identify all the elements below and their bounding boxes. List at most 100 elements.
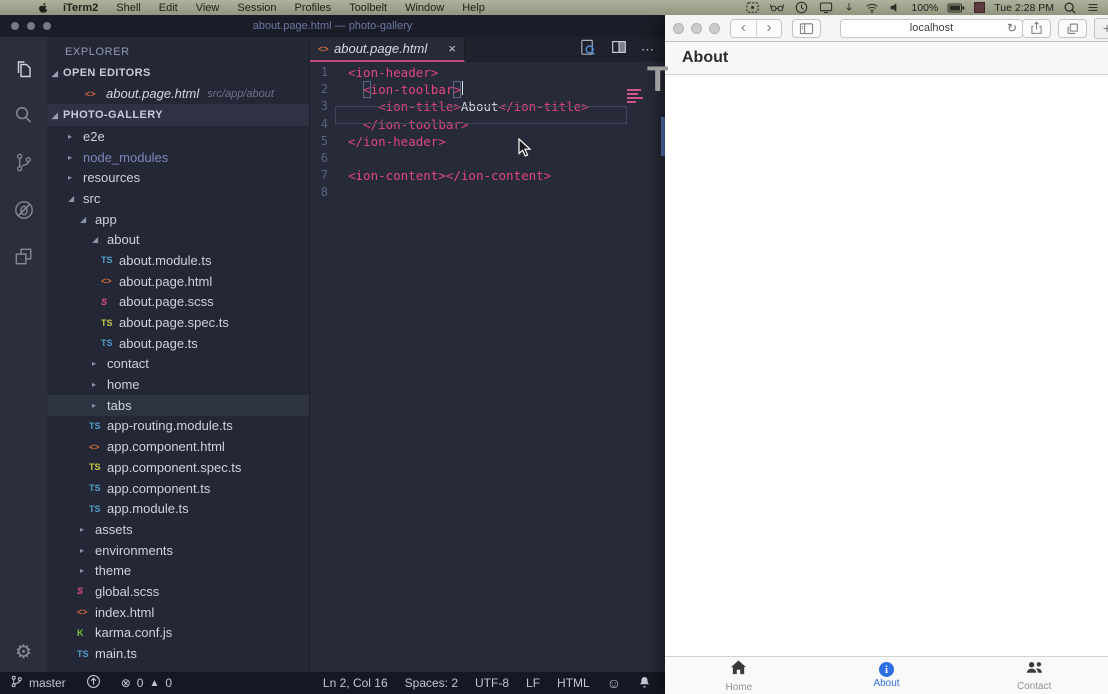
code-editor[interactable]: 1<ion-header>2 <ion-toolbar>3 <ion-title… xyxy=(310,62,665,672)
code-line-3[interactable]: 3 <ion-title>About</ion-title> xyxy=(310,98,665,115)
menu-window[interactable]: Window xyxy=(405,2,444,14)
project-root-header[interactable]: ◢ PHOTO-GALLERY xyxy=(47,104,309,126)
tab-close-icon[interactable]: × xyxy=(448,42,456,55)
split-editor-icon[interactable] xyxy=(610,38,628,61)
forward-button[interactable]: › xyxy=(756,20,781,37)
code-line-8[interactable]: 8 xyxy=(310,184,665,201)
status-eol[interactable]: LF xyxy=(526,676,540,690)
notifications-bell-icon[interactable] xyxy=(638,675,651,692)
time-machine-icon[interactable] xyxy=(794,0,809,15)
errors-count[interactable]: 0 xyxy=(137,676,144,690)
activity-search-icon[interactable] xyxy=(0,92,47,139)
folder-assets[interactable]: ▸assets xyxy=(47,519,309,540)
code-line-4[interactable]: 4 </ion-toolbar> xyxy=(310,116,665,133)
warnings-icon[interactable]: ▲ xyxy=(149,678,159,689)
folder-home[interactable]: ▸home xyxy=(47,374,309,395)
new-tab-button[interactable]: + xyxy=(1094,18,1108,39)
folder-environments[interactable]: ▸environments xyxy=(47,540,309,561)
file-main-ts[interactable]: TSmain.ts xyxy=(47,643,309,664)
editor-group: <> about.page.html × ⋯ 1<ion-header>2 <i… xyxy=(310,37,665,672)
menu-profiles[interactable]: Profiles xyxy=(295,2,332,14)
status-indentation[interactable]: Spaces: 2 xyxy=(405,676,458,690)
file-about-page-html[interactable]: <>about.page.html xyxy=(47,271,309,292)
folder-e2e[interactable]: ▸e2e xyxy=(47,126,309,147)
folder-tabs[interactable]: ▸tabs xyxy=(47,395,309,416)
folder-src[interactable]: ◢src xyxy=(47,188,309,209)
file-app-component-spec-ts[interactable]: TSapp.component.spec.ts xyxy=(47,457,309,478)
apple-menu-icon[interactable] xyxy=(38,1,49,14)
reload-icon[interactable]: ↻ xyxy=(1007,22,1017,34)
notification-center-icon[interactable] xyxy=(1086,1,1100,14)
menu-session[interactable]: Session xyxy=(237,2,276,14)
screen-record-icon[interactable] xyxy=(745,0,760,15)
feedback-smiley-icon[interactable]: ☺ xyxy=(607,675,621,691)
status-cursor-position[interactable]: Ln 2, Col 16 xyxy=(323,676,388,690)
tab-about[interactable]: iAbout xyxy=(813,657,961,694)
file-app-component-ts[interactable]: TSapp.component.ts xyxy=(47,478,309,499)
activity-extensions-icon[interactable] xyxy=(0,233,47,280)
folder-contact[interactable]: ▸contact xyxy=(47,354,309,375)
volume-icon[interactable] xyxy=(889,1,902,14)
open-preview-search-icon[interactable] xyxy=(578,38,597,62)
vscode-traffic-lights[interactable] xyxy=(11,22,51,30)
menu-shell[interactable]: Shell xyxy=(116,2,140,14)
errors-icon[interactable]: ⊗ xyxy=(121,676,131,690)
spotlight-icon[interactable] xyxy=(1063,1,1077,15)
tab-overview-button[interactable] xyxy=(1058,19,1087,38)
file-app-module-ts[interactable]: TSapp.module.ts xyxy=(47,498,309,519)
file-index-html[interactable]: <>index.html xyxy=(47,602,309,623)
folder-theme[interactable]: ▸theme xyxy=(47,560,309,581)
menu-view[interactable]: View xyxy=(196,2,220,14)
file-about-page-scss[interactable]: Sabout.page.scss xyxy=(47,292,309,313)
file-about-page-ts[interactable]: TSabout.page.ts xyxy=(47,333,309,354)
activity-source-control-icon[interactable] xyxy=(0,139,47,186)
minimap[interactable] xyxy=(627,89,649,105)
code-line-7[interactable]: 7<ion-content></ion-content> xyxy=(310,167,665,184)
menu-iterm2[interactable]: iTerm2 xyxy=(63,2,98,14)
folder-resources[interactable]: ▸resources xyxy=(47,167,309,188)
sidebar-toggle-button[interactable] xyxy=(792,19,821,38)
more-actions-icon[interactable]: ⋯ xyxy=(641,42,655,58)
download-arrow-icon[interactable] xyxy=(843,0,855,15)
code-line-2[interactable]: 2 <ion-toolbar> xyxy=(310,81,665,98)
file-about-module-ts[interactable]: TSabout.module.ts xyxy=(47,250,309,271)
menu-edit[interactable]: Edit xyxy=(159,2,178,14)
menu-bar-app-icon[interactable] xyxy=(974,2,985,13)
folder-node-modules[interactable]: ▸node_modules xyxy=(47,147,309,168)
warnings-count[interactable]: 0 xyxy=(165,676,172,690)
folder-about[interactable]: ◢about xyxy=(47,229,309,250)
back-button[interactable]: ‹ xyxy=(731,20,756,37)
status-language-mode[interactable]: HTML xyxy=(557,676,590,690)
share-button[interactable] xyxy=(1022,19,1051,38)
menu-help[interactable]: Help xyxy=(462,2,485,14)
folder-app[interactable]: ◢app xyxy=(47,209,309,230)
menu-bar-clock[interactable]: Tue 2:28 PM xyxy=(994,2,1054,14)
open-editor-item[interactable]: <> about.page.html src/app/about xyxy=(47,83,309,104)
file-about-page-spec-ts[interactable]: TSabout.page.spec.ts xyxy=(47,312,309,333)
file-app-routing-module-ts[interactable]: TSapp-routing.module.ts xyxy=(47,416,309,437)
settings-gear-icon[interactable]: ⚙ xyxy=(15,643,32,662)
battery-icon[interactable] xyxy=(947,2,965,14)
battery-percentage[interactable]: 100% xyxy=(911,2,938,14)
wifi-icon[interactable] xyxy=(864,1,880,15)
activity-files-icon[interactable] xyxy=(0,45,47,92)
glasses-icon[interactable] xyxy=(769,0,785,15)
publish-sync-icon[interactable] xyxy=(86,674,101,692)
open-editors-header[interactable]: ◢ OPEN EDITORS xyxy=(47,63,309,83)
status-encoding[interactable]: UTF-8 xyxy=(475,676,509,690)
git-branch-name[interactable]: master xyxy=(29,676,66,690)
browser-traffic-lights[interactable] xyxy=(673,23,720,34)
file-global-scss[interactable]: Sglobal.scss xyxy=(47,581,309,602)
address-bar[interactable]: localhost ↻ xyxy=(840,19,1023,38)
activity-debug-icon[interactable] xyxy=(0,186,47,233)
file-app-component-html[interactable]: <>app.component.html xyxy=(47,436,309,457)
code-line-1[interactable]: 1<ion-header> xyxy=(310,64,665,81)
file-karma-conf-js[interactable]: Kkarma.conf.js xyxy=(47,623,309,644)
code-line-6[interactable]: 6 xyxy=(310,150,665,167)
display-icon[interactable] xyxy=(818,0,834,15)
tab-contact[interactable]: Contact xyxy=(960,657,1108,694)
tab-home[interactable]: Home xyxy=(665,657,813,694)
editor-tab-about-page-html[interactable]: <> about.page.html × xyxy=(310,37,465,62)
menu-toolbelt[interactable]: Toolbelt xyxy=(349,2,387,14)
code-line-5[interactable]: 5</ion-header> xyxy=(310,133,665,150)
